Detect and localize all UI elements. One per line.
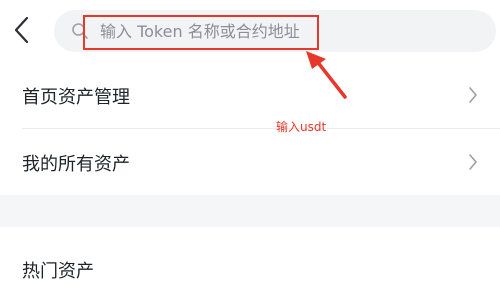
search-bar[interactable] xyxy=(54,10,496,52)
top-bar xyxy=(0,0,500,62)
menu-item-label: 首页资产管理 xyxy=(22,87,130,108)
menu-item-homepage-assets[interactable]: 首页资产管理 xyxy=(0,62,500,128)
annotation-label: 输入usdt xyxy=(276,120,327,134)
section-title-hot-assets: 热门资产 xyxy=(22,261,94,282)
token-search-input[interactable] xyxy=(94,16,329,46)
back-arrow-icon xyxy=(14,16,29,44)
hot-assets-section: 热门资产 xyxy=(0,227,500,307)
search-icon xyxy=(72,23,88,39)
menu-item-all-assets[interactable]: 我的所有资产 xyxy=(0,129,500,195)
chevron-right-icon xyxy=(469,154,477,170)
back-button[interactable] xyxy=(8,12,36,48)
menu-item-label: 我的所有资产 xyxy=(22,154,130,175)
section-separator xyxy=(0,195,500,227)
token-search-screen: 首页资产管理 我的所有资产 热门资产 输入usdt xyxy=(0,0,500,307)
chevron-right-icon xyxy=(469,87,477,103)
